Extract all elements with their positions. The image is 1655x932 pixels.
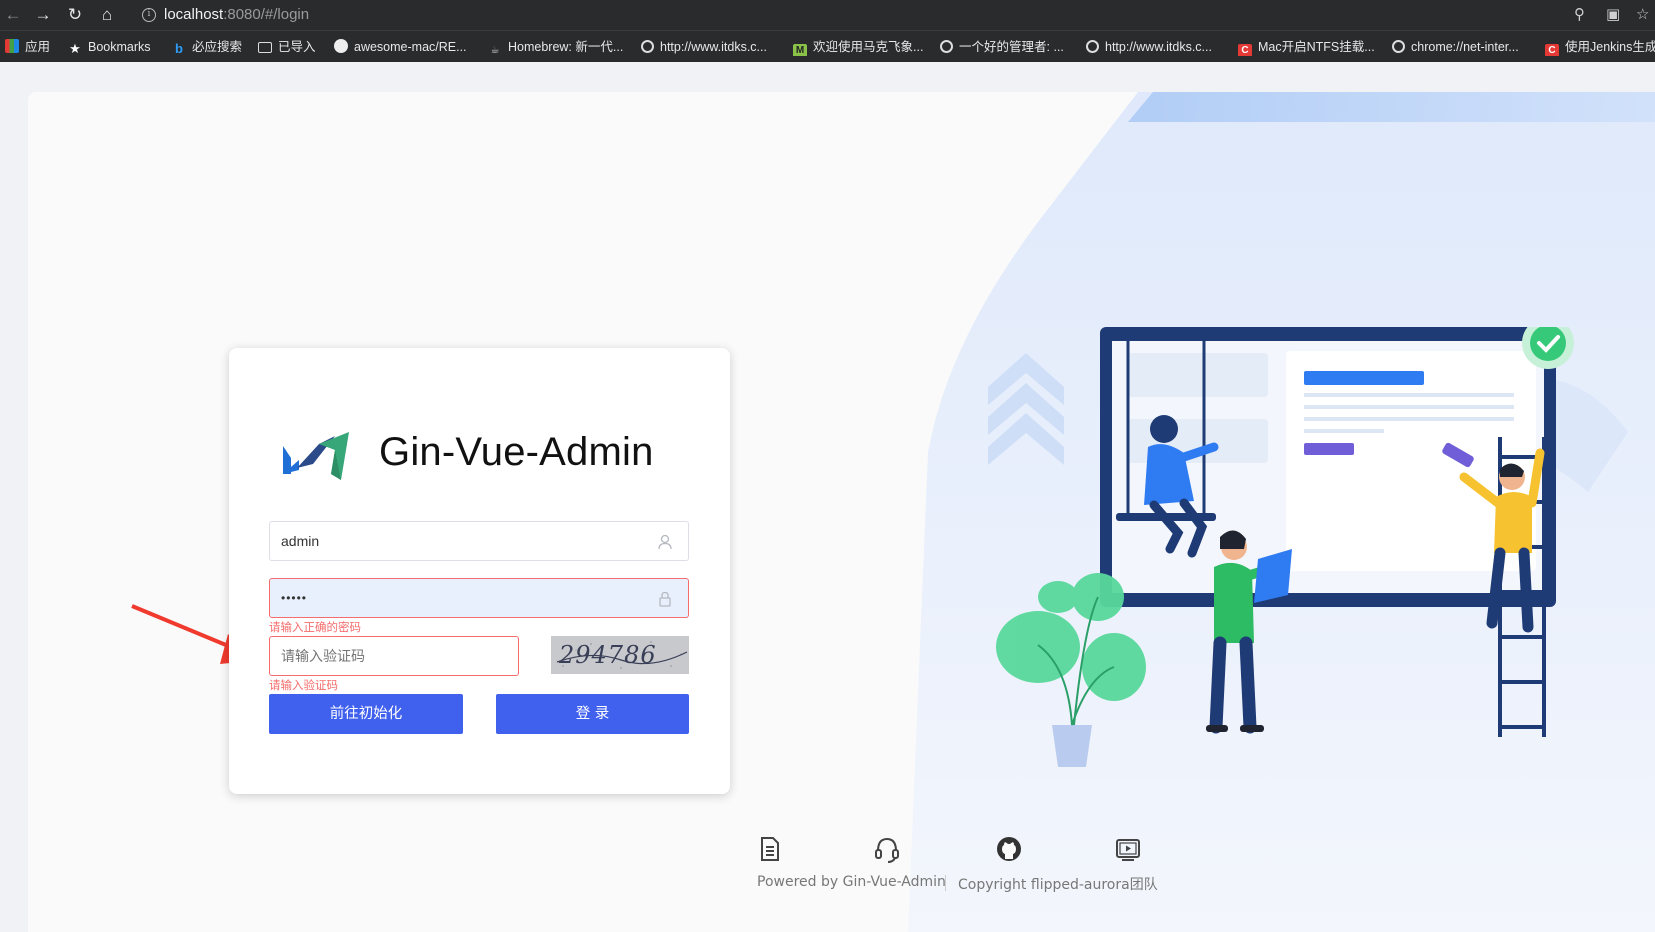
- forward-icon[interactable]: →: [32, 5, 54, 25]
- footer-divider: [945, 875, 946, 891]
- lock-icon: [659, 591, 671, 607]
- key-icon[interactable]: ⚲: [1574, 5, 1585, 25]
- star-icon: ★: [69, 41, 81, 56]
- back-icon[interactable]: ←: [2, 5, 24, 25]
- bookmark-bookmarks[interactable]: ★ Bookmarks: [68, 38, 150, 56]
- bookmark-itdks-2[interactable]: http://www.itdks.c...: [1086, 38, 1226, 56]
- globe-icon: [940, 40, 953, 53]
- login-button[interactable]: 登 录: [496, 694, 689, 734]
- star-bookmark-icon[interactable]: ☆: [1636, 5, 1649, 25]
- captcha-image[interactable]: 294786: [551, 636, 689, 674]
- bookmark-itdks-1[interactable]: http://www.itdks.c...: [641, 38, 781, 56]
- reload-icon[interactable]: ↻: [64, 5, 86, 25]
- csdn-icon: C: [1545, 44, 1559, 56]
- captcha-text: 294786: [558, 641, 657, 669]
- powered-by-text: Powered by Gin-Vue-Admin: [757, 874, 946, 890]
- folder-icon: [258, 42, 272, 53]
- bookmark-ntfs[interactable]: C Mac开启NTFS挂载...: [1238, 38, 1378, 56]
- user-icon: [658, 534, 672, 550]
- bookmark-chrome-net[interactable]: chrome://net-inter...: [1392, 38, 1532, 56]
- homebrew-icon: ☕: [490, 45, 500, 56]
- bookmarks-bar: 应用 ★ Bookmarks b 必应搜索 已导入 awesome-mac/RE..…: [0, 30, 1655, 62]
- bing-icon: b: [175, 41, 183, 56]
- powered-by-link[interactable]: Gin-Vue-Admin: [843, 874, 946, 890]
- apps-grid-icon: [5, 39, 19, 53]
- bookmark-bing[interactable]: b 必应搜索: [172, 38, 242, 56]
- browser-toolbar: ← → ↻ ⌂ i localhost:8080/#/login ⚲ ▣ ☆: [0, 0, 1655, 30]
- github-icon: [334, 39, 348, 53]
- maxiang-icon: M: [793, 44, 807, 56]
- home-icon[interactable]: ⌂: [96, 5, 118, 25]
- username-input[interactable]: [270, 522, 688, 560]
- bookmark-jenkins[interactable]: C 使用Jenkins生成: [1545, 38, 1655, 56]
- app-title: Gin-Vue-Admin: [379, 430, 654, 474]
- chevrons-decoration: [988, 353, 1064, 465]
- address-bar[interactable]: i localhost:8080/#/login: [132, 3, 1572, 27]
- globe-icon: [641, 40, 654, 53]
- url-path: :8080/#/login: [223, 6, 310, 23]
- plant-pot: [1052, 725, 1092, 767]
- url-host: localhost: [164, 6, 224, 23]
- captcha-input[interactable]: [270, 637, 518, 675]
- password-input[interactable]: [270, 579, 688, 617]
- globe-icon: [1086, 40, 1099, 53]
- bookmark-imported[interactable]: 已导入: [258, 38, 316, 56]
- video-play-icon[interactable]: [1114, 835, 1142, 863]
- app-logo: [283, 432, 349, 480]
- copyright-text: Copyright flipped-aurora团队: [958, 877, 1158, 893]
- bookmark-maxiang[interactable]: M 欢迎使用马克飞象...: [793, 38, 933, 56]
- password-field[interactable]: [269, 578, 689, 618]
- headset-support-icon[interactable]: [873, 835, 901, 863]
- username-field[interactable]: [269, 521, 689, 561]
- init-button[interactable]: 前往初始化: [269, 694, 463, 734]
- page: Powered by Gin-Vue-Admin Copyright flipp…: [0, 62, 1655, 932]
- password-error-message: 请输入正确的密码: [269, 622, 361, 634]
- bookmark-awesome-mac[interactable]: awesome-mac/RE...: [334, 38, 474, 56]
- login-card: Gin-Vue-Admin 请输入正确的密码: [229, 348, 730, 794]
- bookmark-apps[interactable]: 应用: [5, 38, 50, 56]
- bookmark-manager[interactable]: 一个好的管理者: ...: [940, 38, 1080, 56]
- captcha-field[interactable]: [269, 636, 519, 676]
- translate-icon[interactable]: ▣: [1606, 5, 1620, 25]
- copyright-link[interactable]: flipped-aurora团队: [1031, 877, 1158, 893]
- captcha-error-message: 请输入验证码: [269, 680, 338, 692]
- globe-icon: [1392, 40, 1405, 53]
- csdn-icon: C: [1238, 44, 1252, 56]
- site-info-icon[interactable]: i: [142, 8, 156, 22]
- github-icon[interactable]: [995, 835, 1023, 863]
- document-icon[interactable]: [756, 835, 784, 863]
- bookmark-homebrew[interactable]: ☕ Homebrew: 新一代...: [488, 38, 628, 56]
- hero-illustration: [988, 327, 1574, 767]
